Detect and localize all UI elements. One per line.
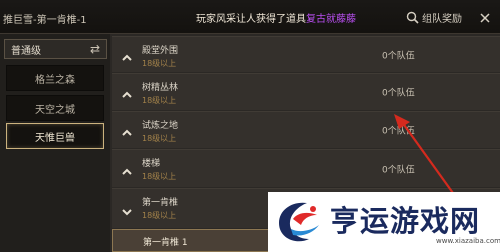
team-count: 0个队伍 [382, 88, 415, 99]
region-button-granforest[interactable]: 格兰之森 [6, 65, 104, 91]
dungeon-row-0[interactable]: 殿堂外围 18级以上 0个队伍 [112, 36, 500, 72]
sub-item-name: 第一肯椎 1 [143, 238, 188, 248]
dungeon-name: 试炼之地 [142, 121, 179, 131]
dungeon-level: 18级以上 [142, 59, 177, 68]
team-count: 0个队伍 [382, 51, 415, 61]
region-label: 天空之城 [35, 104, 75, 116]
chevron-up-icon [121, 86, 133, 98]
team-reward-label: 组队奖励 [422, 13, 462, 25]
dungeon-sub-item[interactable]: 第一肯椎 1 [112, 229, 280, 252]
swap-icon: ⇄ [89, 42, 100, 56]
dungeon-name: 楼梯 [142, 159, 161, 169]
dungeon-level: 18级以上 [142, 96, 177, 105]
breadcrumb: 推巨雪-第一肯椎-1 [3, 15, 87, 26]
system-notice: 玩家风采让人获得了道具复古就藤藤 [196, 10, 356, 25]
dungeon-name: 树精丛林 [142, 83, 179, 93]
chevron-down-icon [121, 203, 133, 215]
region-label: 天惟巨兽 [35, 132, 75, 144]
dungeon-level: 18级以上 [142, 172, 177, 181]
region-sidebar: 普通级 ⇄ 格兰之森 天空之城 天惟巨兽 [0, 34, 110, 252]
search-team-icon [406, 11, 419, 24]
chevron-up-icon [121, 124, 133, 136]
watermark-logo [279, 202, 319, 242]
region-button-sky-city[interactable]: 天空之城 [6, 95, 104, 121]
dungeon-row-1[interactable]: 树精丛林 18级以上 0个队伍 [112, 73, 500, 110]
chevron-up-icon [121, 49, 133, 61]
region-label: 格兰之森 [35, 74, 75, 86]
dungeon-name: 第一肯椎 [142, 198, 179, 208]
difficulty-label: 普通级 [11, 45, 41, 57]
region-button-giant-beast[interactable]: 天惟巨兽 [6, 123, 104, 149]
notice-item-name: 复古就藤藤 [306, 14, 356, 25]
annotation-arrow [394, 114, 459, 201]
dungeon-level: 18级以上 [142, 211, 177, 220]
team-reward-button[interactable]: 组队奖励 [406, 9, 462, 25]
watermark-url: www.xiazaiba.com [436, 237, 500, 245]
close-icon [480, 8, 490, 27]
difficulty-dropdown[interactable]: 普通级 ⇄ [4, 39, 107, 59]
watermark-text: 亨运游戏网 [330, 204, 481, 238]
watermark: 亨运游戏网 www.xiazaiba.com [268, 192, 500, 252]
close-button[interactable] [478, 10, 492, 24]
notice-text: 玩家风采让人获得了道具 [196, 14, 306, 25]
chevron-up-icon [121, 163, 133, 175]
dungeon-level: 18级以上 [142, 134, 177, 143]
top-bar: 推巨雪-第一肯椎-1 玩家风采让人获得了道具复古就藤藤 组队奖励 [0, 0, 500, 34]
dungeon-name: 殿堂外围 [142, 46, 179, 56]
